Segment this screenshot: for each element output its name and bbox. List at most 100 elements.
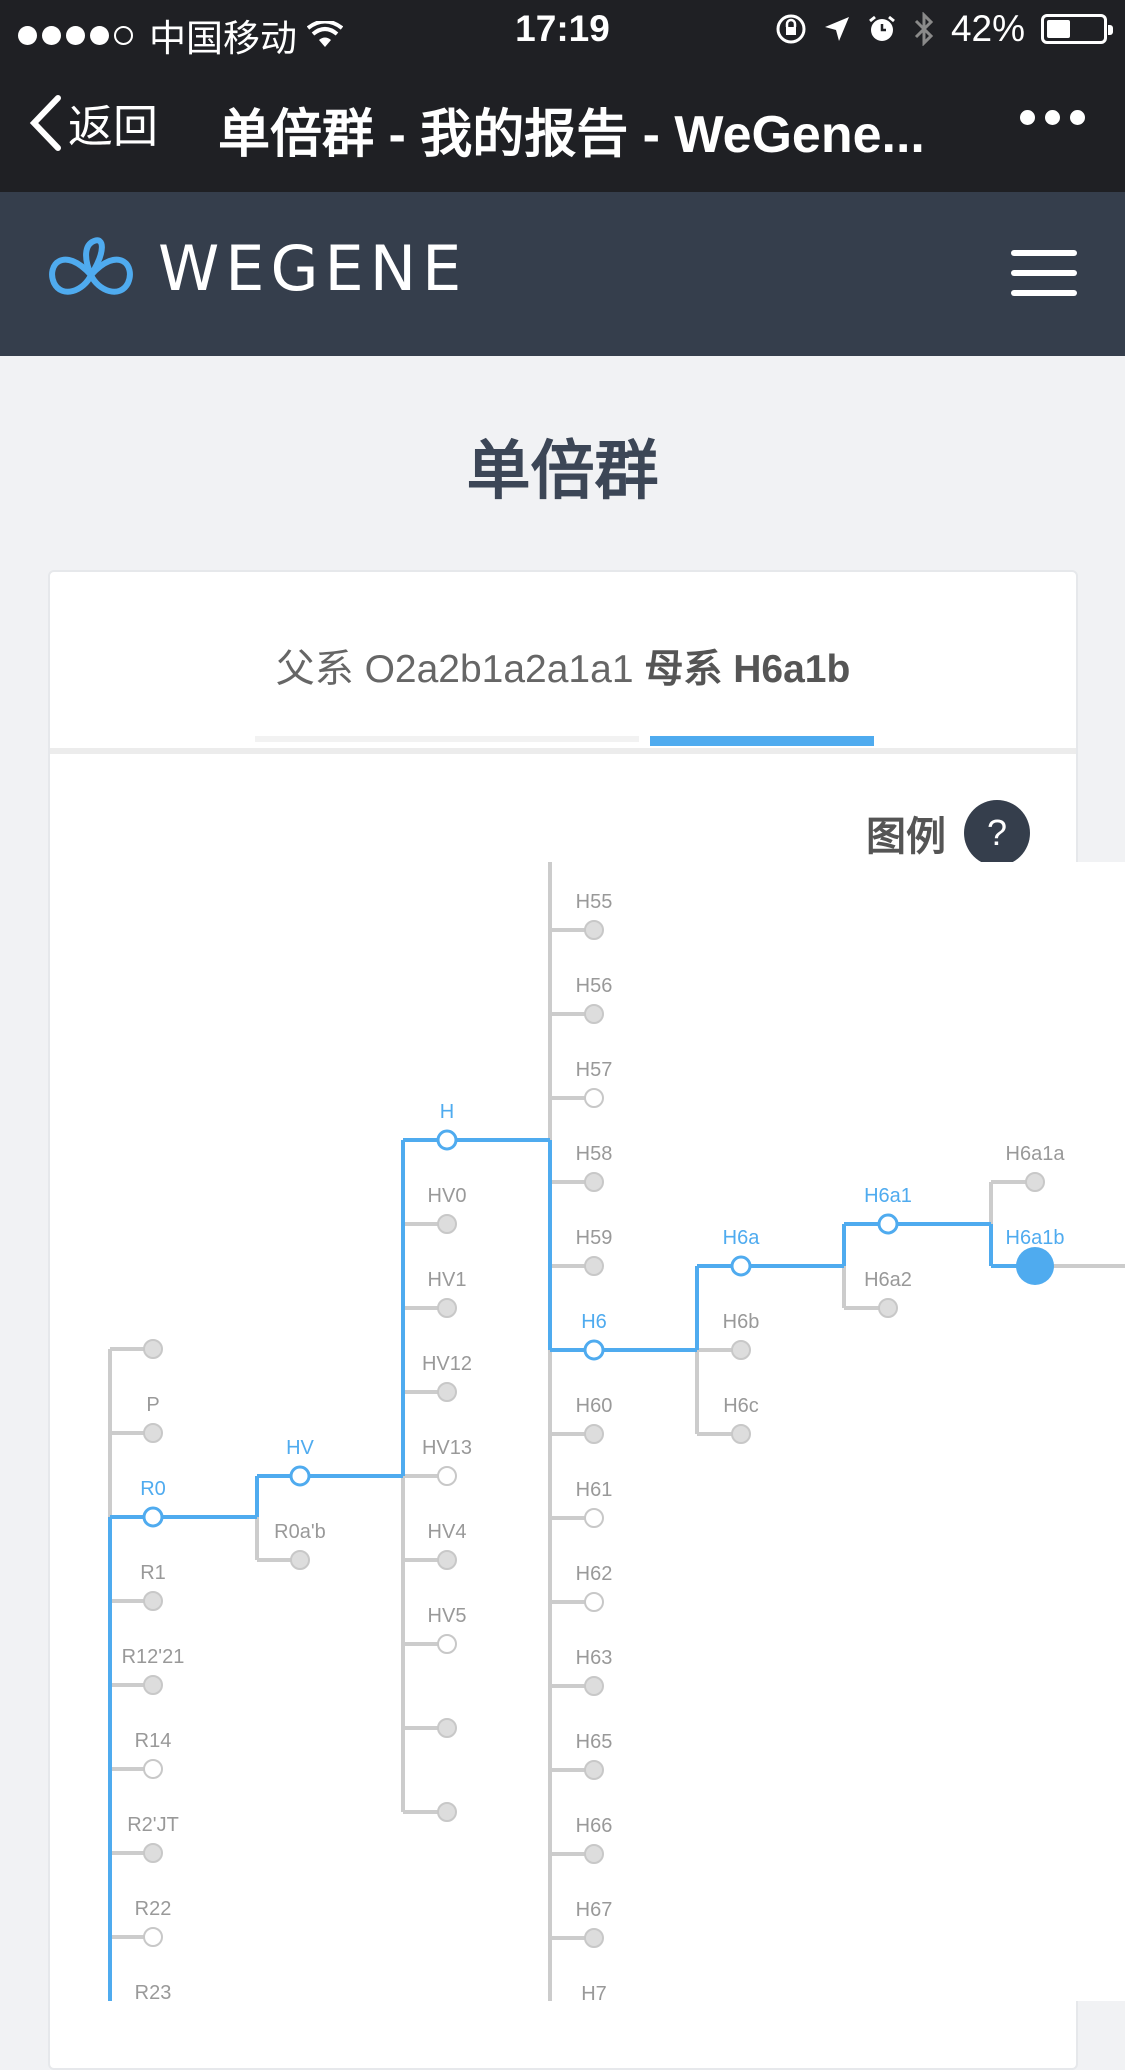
tree-node-marker	[143, 1339, 163, 1359]
tree-node-label: H62	[576, 1563, 613, 1585]
tab-maternal-indicator	[650, 736, 874, 746]
site-header: WEGENE	[0, 192, 1125, 356]
tree-node-label: H60	[576, 1395, 613, 1417]
tree-node-label: H6	[581, 1311, 607, 1333]
tree-node-marker	[584, 1928, 604, 1948]
tree-node-marker	[730, 1255, 752, 1277]
tree-node-label: R2'JT	[127, 1814, 179, 1836]
tree-node-label: HV1	[428, 1269, 467, 1291]
tree-node-marker	[289, 1465, 311, 1487]
chevron-left-icon	[29, 94, 61, 151]
tree-node[interactable]	[437, 1718, 457, 1738]
tree-node-label: H57	[576, 1059, 613, 1081]
tree-node[interactable]	[143, 1339, 163, 1359]
tree-node-label: R1	[140, 1562, 166, 1584]
tree-node-marker	[437, 1550, 457, 1570]
status-right: 42%	[775, 8, 1113, 50]
tree-node-label: R23	[135, 1982, 172, 2001]
tab-maternal-value: H6a1b	[733, 648, 851, 691]
tree-node-marker	[584, 1424, 604, 1444]
legend-help-button[interactable]: ?	[964, 800, 1030, 866]
bluetooth-icon	[914, 12, 934, 46]
tree-node-marker	[143, 1675, 163, 1695]
tree-node-marker	[1016, 1247, 1054, 1285]
tree-node[interactable]: R23	[135, 1982, 172, 2001]
tree-node-marker	[143, 1843, 163, 1863]
wegene-logo-icon	[49, 236, 133, 295]
tree-node-marker	[437, 1214, 457, 1234]
legend: 图例 ?	[866, 800, 1030, 866]
tree-node-label: R0	[140, 1478, 166, 1500]
tree-node-label: H61	[576, 1479, 613, 1501]
tab-maternal-label: 母系	[644, 648, 723, 691]
alarm-icon	[869, 15, 895, 41]
tree-node-label: H6c	[723, 1395, 759, 1417]
tree-node-label: R22	[135, 1898, 172, 1920]
tree-node[interactable]	[437, 1802, 457, 1822]
tabs-divider	[50, 748, 1076, 754]
battery-icon	[1041, 14, 1113, 44]
tree-panel-background	[860, 862, 1125, 2001]
tree-node-label: HV12	[422, 1353, 472, 1375]
wegene-logo[interactable]: WEGENE	[44, 232, 467, 305]
back-label: 返回	[68, 101, 159, 152]
tree-node-marker	[584, 1172, 604, 1192]
tab-paternal-indicator	[255, 736, 639, 742]
tree-node-label: H	[440, 1101, 454, 1123]
tree-node-marker	[437, 1466, 457, 1486]
tab-maternal[interactable]: 母系 H6a1b	[644, 648, 850, 691]
tree-node-label: H6a1	[864, 1185, 912, 1207]
tree-node-label: H65	[576, 1731, 613, 1753]
tree-node-marker	[143, 1759, 163, 1779]
tree-node-marker	[1025, 1172, 1045, 1192]
tree-node-label: R14	[135, 1730, 172, 1752]
tree-node-marker	[731, 1424, 751, 1444]
rotation-lock-icon	[776, 14, 806, 44]
tree-node-marker	[584, 1088, 604, 1108]
tree-node-marker	[584, 1004, 604, 1024]
tree-node-label: P	[146, 1394, 159, 1416]
tree-node-label: H6b	[723, 1311, 760, 1333]
nav-bar: 返回 单倍群 - 我的报告 - WeGene...	[0, 62, 1125, 192]
tree-node-marker	[290, 1550, 310, 1570]
tree-node-marker	[437, 1634, 457, 1654]
battery-percent: 42%	[950, 8, 1025, 49]
legend-label: 图例	[866, 815, 946, 859]
tree-node-marker	[584, 1592, 604, 1612]
tree-node-label: R12'21	[122, 1646, 185, 1668]
tree-node-marker	[583, 1339, 605, 1361]
back-button[interactable]: 返回	[28, 90, 158, 155]
tree-node-label: R0a'b	[274, 1521, 326, 1543]
logo-text: WEGENE	[158, 232, 468, 305]
tree-node[interactable]: H7	[581, 1983, 607, 2001]
tree-node-marker	[143, 1423, 163, 1443]
tree-node-label: H58	[576, 1143, 613, 1165]
tree-node-marker	[877, 1213, 899, 1235]
tree-node-marker	[437, 1382, 457, 1402]
tree-node-marker	[436, 1129, 458, 1151]
tree-node-label: H55	[576, 891, 613, 913]
tree-node-label: H63	[576, 1647, 613, 1669]
tree-node-marker	[584, 1508, 604, 1528]
tree-node-label: H7	[581, 1983, 607, 2001]
tree-node-marker	[437, 1298, 457, 1318]
battery-fill	[1047, 20, 1070, 38]
tree-node-marker	[437, 1802, 457, 1822]
tree-node-marker	[878, 1298, 898, 1318]
tree-node-marker	[584, 1256, 604, 1276]
tree-node-marker	[143, 1927, 163, 1947]
page-title: 单倍群	[466, 435, 659, 507]
menu-icon[interactable]	[1011, 250, 1077, 310]
tree-node-label: H56	[576, 975, 613, 997]
tab-paternal-value: O2a2b1a2a1a1	[364, 648, 634, 691]
tree-node-marker	[584, 1760, 604, 1780]
tree-node-marker	[584, 920, 604, 940]
tree-node-label: H67	[576, 1899, 613, 1921]
more-options-icon[interactable]	[1020, 110, 1085, 125]
location-arrow-icon	[824, 17, 849, 41]
tree-node-label: H66	[576, 1815, 613, 1837]
tree-node-marker	[584, 1844, 604, 1864]
tab-paternal[interactable]: 父系 O2a2b1a2a1a1	[276, 648, 645, 691]
tree-node-label: HV13	[422, 1437, 472, 1459]
tree-node-marker	[143, 1591, 163, 1611]
